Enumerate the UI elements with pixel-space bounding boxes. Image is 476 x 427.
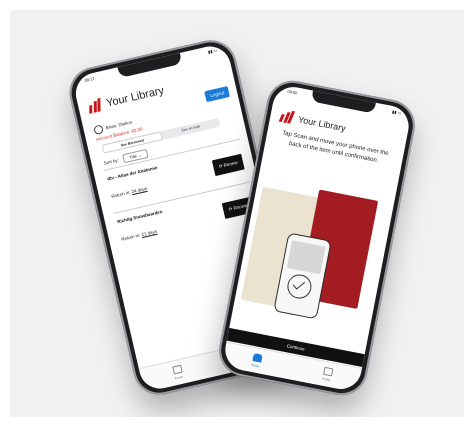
tab-label: Profile bbox=[321, 376, 331, 383]
sort-label: Sort by: bbox=[103, 157, 120, 166]
person-icon bbox=[322, 366, 333, 377]
library-logo-icon bbox=[278, 109, 296, 124]
renew-icon: ⟳ bbox=[228, 206, 234, 212]
header: Your Library bbox=[87, 84, 165, 114]
item-title: dtv - Atlas der Anatomie bbox=[106, 164, 159, 182]
status-indicators: ▮▮ ▭ bbox=[391, 109, 402, 116]
phone-illustration-screen bbox=[286, 240, 326, 275]
user-icon bbox=[93, 124, 104, 136]
book-icon bbox=[171, 364, 183, 375]
checkmark-icon bbox=[285, 272, 314, 301]
renew-label: Renew bbox=[223, 159, 239, 168]
library-logo-icon bbox=[87, 97, 104, 114]
page-title: Your Library bbox=[104, 84, 166, 110]
page-title: Your Library bbox=[297, 113, 347, 133]
marketing-stage: 09:17 ▮▮ ▭ Your Library Logout Brian, Di… bbox=[10, 10, 464, 417]
return-date: 24 days bbox=[131, 185, 148, 195]
tab-books[interactable]: Books bbox=[240, 351, 272, 370]
renew-icon: ⟳ bbox=[218, 163, 224, 170]
item-title: Richtig Snowboarden bbox=[116, 209, 163, 225]
tab-label: Books bbox=[174, 374, 184, 381]
item-return: Return in: 21 days bbox=[121, 229, 158, 242]
segment-on-hold[interactable]: See on hold bbox=[161, 118, 221, 140]
book-icon bbox=[251, 352, 263, 363]
tab-profile[interactable]: Profile bbox=[311, 365, 343, 384]
return-label: Return in: bbox=[120, 232, 141, 242]
tab-label: Books bbox=[251, 362, 260, 369]
return-date: 21 days bbox=[140, 228, 158, 238]
tab-books[interactable]: Books bbox=[162, 362, 194, 382]
scan-instruction: Tap Scan and move your phone over the ba… bbox=[281, 130, 389, 164]
logout-button[interactable]: Logout bbox=[204, 86, 230, 103]
status-time: 09:50 bbox=[286, 88, 298, 96]
renew-button[interactable]: ⟳ Renew bbox=[211, 153, 245, 177]
sort-value: Title bbox=[129, 153, 138, 160]
status-time: 09:17 bbox=[84, 75, 95, 84]
chevron-down-icon: ⌄ bbox=[137, 152, 142, 158]
item-return: Return in: 24 days bbox=[111, 186, 148, 199]
scan-illustration bbox=[232, 168, 396, 342]
status-indicators: ▮▮ ▭ bbox=[207, 47, 218, 55]
return-label: Return in: bbox=[110, 189, 131, 199]
